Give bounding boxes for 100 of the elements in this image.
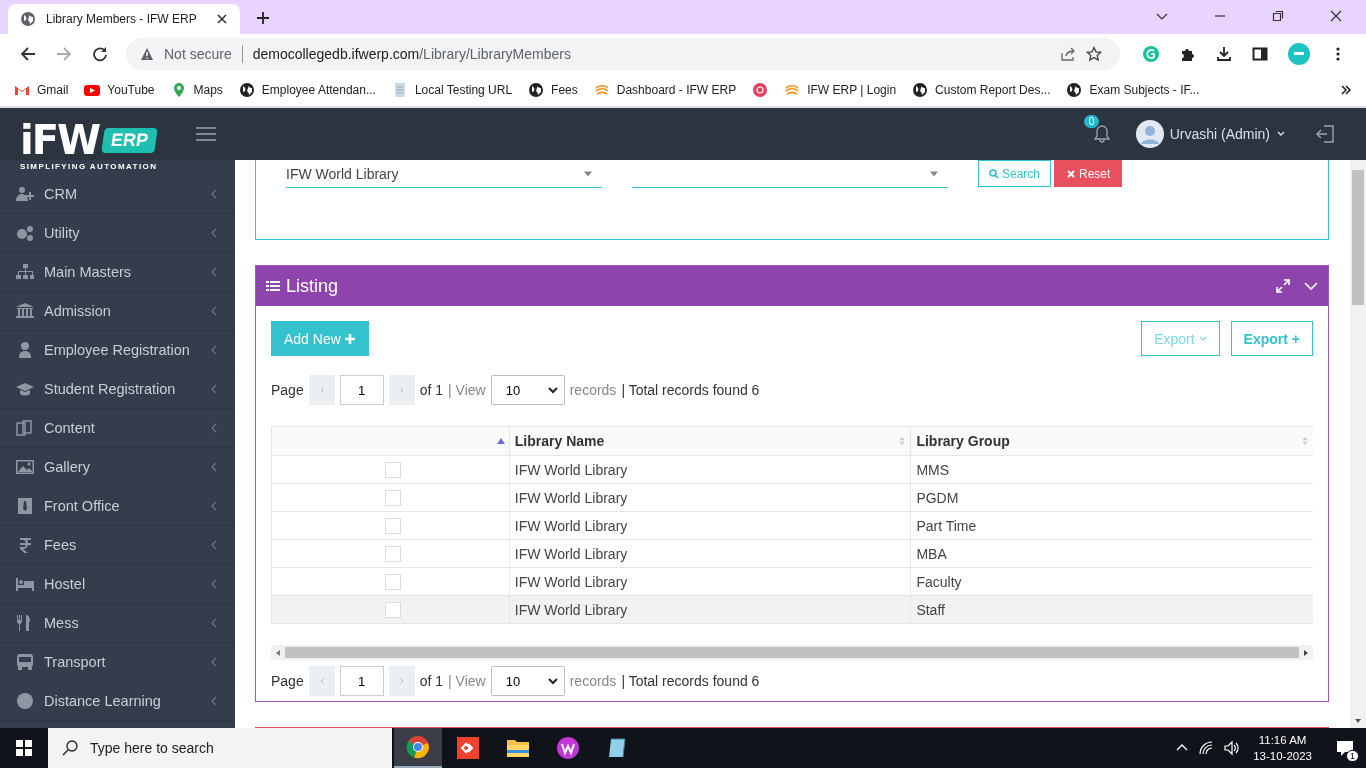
share-icon[interactable] <box>1060 46 1076 62</box>
bus-icon <box>16 654 34 670</box>
bookmark[interactable]: Dashboard - IFW ERP <box>593 82 737 98</box>
sidebar-item[interactable]: CRM <box>0 175 235 214</box>
sidebar-item[interactable]: Student Registration <box>0 370 235 409</box>
clock[interactable]: 11:16 AM 13-10-2023 <box>1253 732 1312 764</box>
graduation-cap-icon <box>16 381 34 397</box>
chevron-left-icon <box>211 579 217 589</box>
address-bar[interactable]: Not secure democollegedb.ifwerp.com/Library/LibraryMembers <box>126 38 1120 70</box>
table-cell: Part Time <box>916 517 977 534</box>
download-icon[interactable] <box>1216 46 1232 62</box>
back-icon[interactable] <box>20 46 36 62</box>
security-label: Not secure <box>164 46 232 62</box>
star-icon[interactable] <box>1086 46 1102 62</box>
close-icon[interactable] <box>216 13 228 25</box>
scrollbar-thumb[interactable] <box>285 647 1299 658</box>
user-menu[interactable]: Urvashi (Admin) <box>1135 120 1286 148</box>
chevron-left-icon <box>211 540 217 550</box>
collapse-icon[interactable] <box>1304 279 1318 293</box>
row-checkbox[interactable] <box>384 573 401 590</box>
sidebar-item[interactable]: Utility <box>0 214 235 253</box>
library-select[interactable]: IFW World Library <box>286 160 602 188</box>
bookmark[interactable]: Maps <box>170 82 223 98</box>
table-row[interactable]: IFW World Library MMS <box>272 456 1313 484</box>
sidebar-item[interactable]: Front Office <box>0 487 235 526</box>
scroll-down-icon[interactable] <box>1355 718 1361 724</box>
caret-icon <box>584 169 592 178</box>
bookmark[interactable]: Custom Report Des... <box>912 82 1051 98</box>
browser-tab[interactable]: Library Members - IFW ERP <box>8 4 240 34</box>
expand-icon[interactable] <box>1276 279 1290 293</box>
scroll-left-icon[interactable] <box>275 649 281 656</box>
warning-icon <box>140 47 154 61</box>
bank-icon <box>16 303 34 319</box>
vertical-scrollbar[interactable] <box>1350 160 1366 728</box>
table-row[interactable]: IFW World Library PGDM <box>272 484 1313 512</box>
page-field[interactable]: 1 <box>339 375 384 405</box>
sort-ascending-icon <box>496 437 505 445</box>
row-checkbox[interactable] <box>384 489 401 506</box>
close-icon[interactable] <box>1330 10 1342 22</box>
page-size-select[interactable]: 10 <box>490 666 565 696</box>
chevron-right-icon <box>397 386 406 394</box>
page-field[interactable]: 1 <box>339 666 384 696</box>
wifi-icon[interactable] <box>1198 740 1215 756</box>
id-badge-icon <box>16 498 34 514</box>
taskbar-search-field[interactable]: Type here to search <box>48 728 392 768</box>
globe-icon <box>238 82 255 98</box>
sidebar-item[interactable]: Admission <box>0 292 235 331</box>
taskbar-app[interactable] <box>394 728 442 768</box>
side-panel-icon[interactable] <box>1252 46 1268 62</box>
row-checkbox[interactable] <box>384 601 401 618</box>
wave-logo-icon <box>593 82 610 98</box>
table-row[interactable]: IFW World Library Part Time <box>272 512 1313 540</box>
globe-icon <box>20 11 36 27</box>
sidebar-item[interactable]: Content <box>0 409 235 448</box>
globe-icon <box>528 82 545 98</box>
table-row[interactable]: IFW World Library MBA <box>272 540 1313 568</box>
column-header[interactable]: Library Group <box>911 427 1313 455</box>
horizontal-scrollbar[interactable] <box>271 645 1313 660</box>
row-checkbox[interactable] <box>384 517 401 534</box>
new-tab-icon[interactable] <box>256 11 270 25</box>
puzzle-icon[interactable] <box>1180 46 1196 62</box>
bell-icon[interactable] <box>1093 125 1110 143</box>
reload-icon[interactable] <box>92 46 108 62</box>
avatar-icon <box>1135 120 1164 148</box>
sidebar-item[interactable]: Employee Registration <box>0 331 235 370</box>
table-cell: IFW World Library <box>514 545 628 562</box>
more-bookmarks-icon[interactable] <box>1340 84 1352 96</box>
windows-start-icon[interactable] <box>16 740 32 756</box>
user-plus-icon <box>16 186 34 202</box>
bookmark[interactable]: Exam Subjects - IF... <box>1066 82 1200 98</box>
chevron-left-icon <box>211 306 217 316</box>
bookmark[interactable]: Employee Attendan... <box>238 82 376 98</box>
total-records: | Total records found 6 <box>621 382 760 398</box>
page-size-select[interactable]: 10 <box>490 375 565 405</box>
sidebar-item[interactable]: Hostel <box>0 565 235 604</box>
notification-center-icon[interactable] <box>1336 739 1354 757</box>
bookmark[interactable]: YouTube <box>84 82 155 98</box>
bookmark[interactable] <box>752 82 769 98</box>
tab-title: Library Members - IFW ERP <box>46 12 198 26</box>
table-cell: Staff <box>916 601 945 618</box>
sidebar-item[interactable]: Transport <box>0 643 235 682</box>
sidebar-item[interactable]: Distance Learning <box>0 682 235 721</box>
scroll-right-icon[interactable] <box>1303 649 1309 656</box>
table-row[interactable]: IFW World Library Staff <box>272 596 1313 623</box>
bookmark[interactable]: IFW ERP | Login <box>784 82 897 98</box>
sidebar-item[interactable]: Gallery <box>0 448 235 487</box>
chevron-left-icon <box>211 657 217 667</box>
sitemap-icon <box>16 264 34 280</box>
bookmark[interactable]: Fees <box>528 82 578 98</box>
volume-icon[interactable] <box>1224 740 1241 756</box>
logout-icon[interactable] <box>1316 125 1334 143</box>
table-cell: IFW World Library <box>514 601 628 618</box>
row-checkbox[interactable] <box>384 461 401 478</box>
restore-icon[interactable] <box>1272 10 1284 22</box>
scrollbar-thumb[interactable] <box>1352 170 1364 305</box>
row-checkbox[interactable] <box>384 545 401 562</box>
bookmark[interactable]: Gmail <box>14 82 69 98</box>
column-header[interactable]: Library Name <box>509 427 912 455</box>
reset-button[interactable]: Reset <box>1054 160 1123 187</box>
bookmark[interactable]: Local Testing URL <box>391 82 513 98</box>
